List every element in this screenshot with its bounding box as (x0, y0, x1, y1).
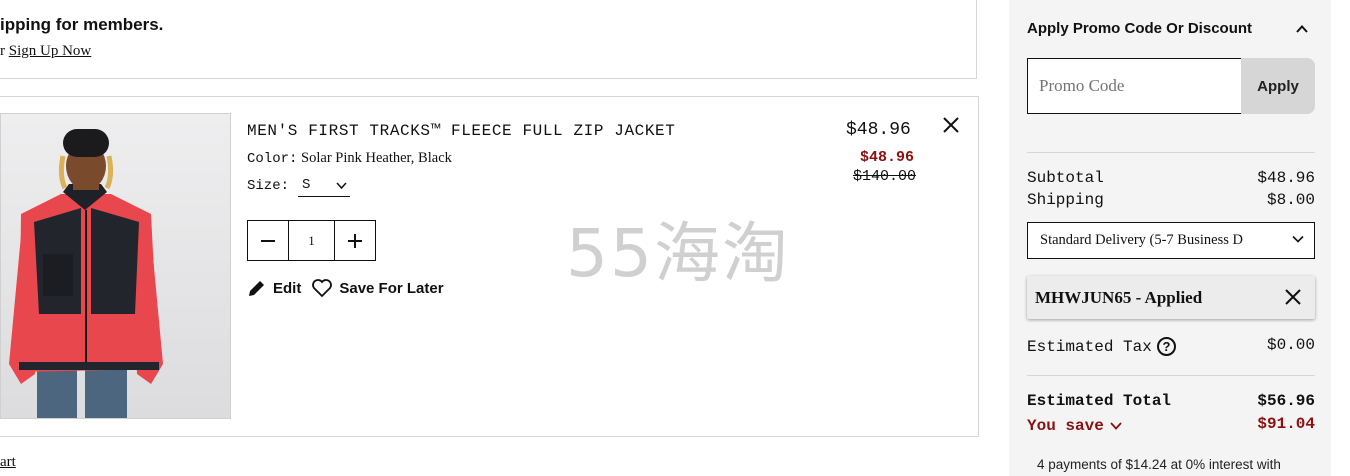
size-label: Size: (247, 178, 290, 194)
sign-up-link[interactable]: Sign Up Now (9, 43, 92, 59)
installments-text: 4 payments of $14.24 at 0% interest with (1037, 457, 1281, 472)
item-actions: Edit Save For Later (247, 278, 454, 298)
color-value: Solar Pink Heather, Black (301, 150, 452, 166)
estimated-tax-value: $0.00 (1266, 336, 1315, 354)
jacket-model-illustration (1, 114, 230, 418)
color-label: Color: (247, 151, 298, 167)
save-for-later-label: Save For Later (339, 279, 444, 297)
apply-promo-button[interactable]: Apply (1241, 58, 1315, 114)
member-shipping-banner (0, 0, 977, 79)
product-image[interactable] (0, 113, 231, 419)
minus-icon (261, 239, 276, 242)
decrease-quantity-button[interactable] (248, 221, 288, 260)
banner-title: ipping for members. (0, 15, 164, 34)
coupon-text: MHWJUN65 - Applied (1035, 287, 1203, 307)
watermark: 55海淘 (566, 215, 790, 292)
size-value: S (302, 177, 311, 193)
subtotal-label: Subtotal (1027, 169, 1104, 187)
chevron-down-icon (1110, 422, 1122, 430)
quantity-stepper[interactable]: 1 (247, 220, 376, 261)
shipping-value: $8.00 (1266, 191, 1315, 209)
you-save-toggle[interactable]: You save (1027, 417, 1122, 435)
size-select[interactable]: S (298, 176, 350, 197)
applied-coupon: MHWJUN65 - Applied (1027, 276, 1315, 319)
heart-icon (312, 279, 333, 298)
you-save-value: $91.04 (1257, 415, 1315, 433)
product-name[interactable]: MEN'S FIRST TRACKS™ FLEECE FULL ZIP JACK… (247, 122, 675, 140)
banner-sub-prefix: r (0, 43, 5, 59)
shipping-method-select[interactable]: Standard Delivery (5-7 Business D (1027, 222, 1315, 259)
sale-price: $48.96 (860, 149, 915, 166)
estimated-tax-label: Estimated Tax (1027, 338, 1152, 356)
chevron-down-icon (1292, 235, 1304, 243)
banner-subtext: r Sign Up Now (0, 43, 91, 60)
continue-shopping-link[interactable]: art (0, 454, 16, 471)
shipping-option: Standard Delivery (5-7 Business D (1040, 232, 1243, 248)
increase-quantity-button[interactable] (335, 221, 375, 260)
you-save-label: You save (1027, 417, 1104, 435)
plus-icon (347, 233, 362, 248)
save-for-later-button[interactable]: Save For Later (311, 278, 444, 298)
close-icon (943, 117, 959, 133)
close-icon (1285, 289, 1301, 305)
quantity-value[interactable]: 1 (288, 221, 335, 260)
summary-divider (1027, 375, 1315, 376)
help-icon[interactable]: ? (1157, 337, 1176, 356)
line-price: $48.96 (846, 120, 911, 140)
product-color: Color: Solar Pink Heather, Black (247, 150, 452, 167)
chevron-down-icon (336, 182, 347, 190)
pencil-icon (249, 281, 264, 296)
remove-item-button[interactable] (940, 114, 962, 136)
original-price: $140.00 (853, 168, 917, 185)
subtotal-value: $48.96 (1257, 169, 1315, 187)
summary-divider (1027, 152, 1315, 153)
estimated-total-value: $56.96 (1257, 392, 1315, 410)
shipping-label: Shipping (1027, 191, 1104, 209)
promo-section-title[interactable]: Apply Promo Code Or Discount (1027, 20, 1252, 37)
chevron-up-icon[interactable] (1294, 21, 1310, 37)
edit-button[interactable]: Edit (247, 278, 301, 298)
remove-coupon-button[interactable] (1284, 288, 1302, 311)
estimated-total-label: Estimated Total (1027, 392, 1172, 410)
edit-label: Edit (273, 279, 302, 297)
promo-code-input[interactable] (1027, 58, 1242, 114)
